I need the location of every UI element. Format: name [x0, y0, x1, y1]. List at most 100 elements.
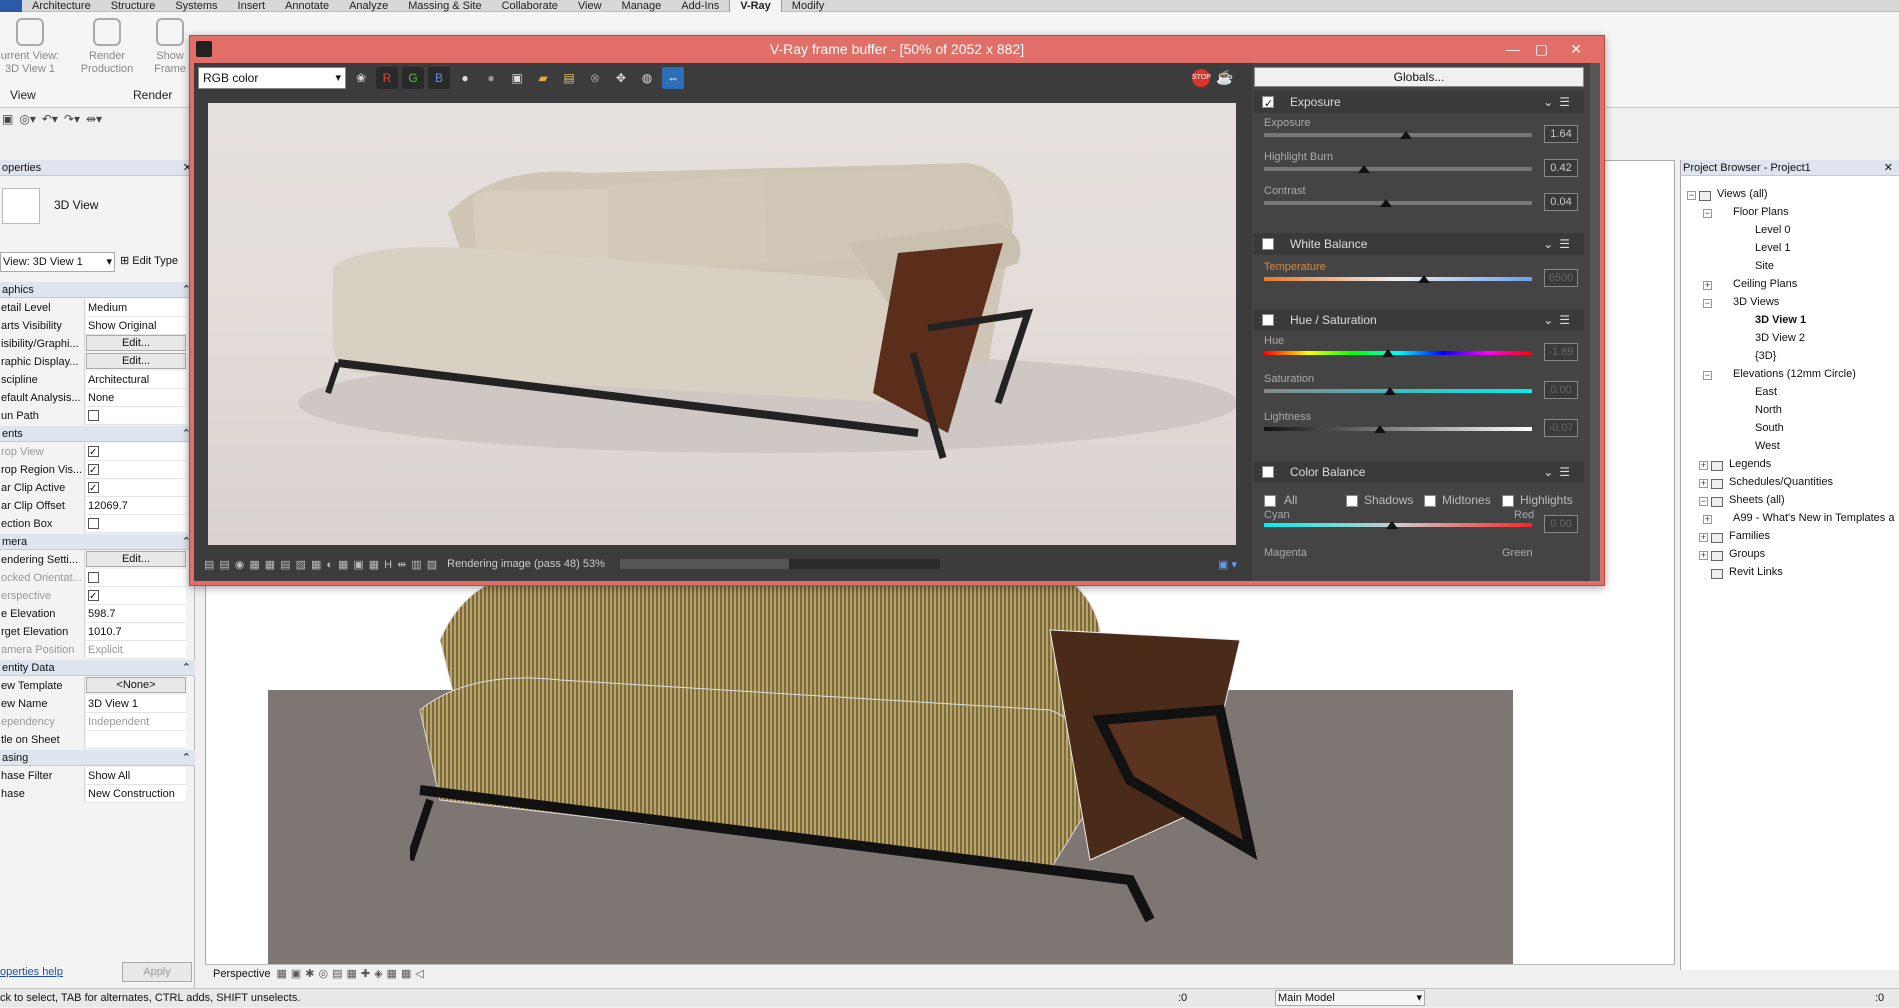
- section-menu-icon[interactable]: ⌄☰: [1543, 91, 1576, 113]
- property-edit-button[interactable]: <None>: [86, 677, 186, 693]
- saturation-thumb[interactable]: [1384, 387, 1396, 395]
- apply-button[interactable]: Apply: [122, 962, 192, 982]
- browser-node[interactable]: Level 1: [1755, 242, 1790, 254]
- property-value[interactable]: Show Original: [86, 317, 186, 335]
- panel-scrollbar[interactable]: [1590, 63, 1600, 581]
- render-teapot-icon[interactable]: ☕: [1216, 69, 1233, 86]
- contrast-value[interactable]: 0.04: [1544, 193, 1578, 211]
- browser-node[interactable]: Floor Plans: [1733, 206, 1789, 218]
- view-instance-dropdown[interactable]: View: 3D View 1 ▾: [0, 252, 115, 272]
- channel-dropdown[interactable]: RGB color: [198, 67, 346, 89]
- save-icon[interactable]: ▣: [2, 112, 13, 126]
- browser-node[interactable]: Sheets (all): [1729, 494, 1785, 506]
- exposure-section-header[interactable]: Exposure ⌄☰: [1254, 91, 1584, 115]
- property-value[interactable]: New Construction: [86, 785, 186, 803]
- redo-icon[interactable]: ↷▾: [64, 112, 80, 126]
- tree-expand-toggle[interactable]: −: [1703, 299, 1712, 308]
- white-balance-checkbox[interactable]: [1262, 238, 1274, 250]
- color-channels-icon[interactable]: ❀: [350, 67, 372, 89]
- open-folder-icon[interactable]: ▰: [532, 67, 554, 89]
- property-checkbox[interactable]: [88, 462, 99, 478]
- browser-node[interactable]: {3D}: [1755, 350, 1776, 362]
- tab-massing-site[interactable]: Massing & Site: [398, 0, 491, 12]
- tab-add-ins[interactable]: Add-Ins: [671, 0, 729, 12]
- highlight-burn-thumb[interactable]: [1358, 165, 1370, 173]
- contrast-thumb[interactable]: [1380, 199, 1392, 207]
- lightness-value[interactable]: -0.07: [1544, 419, 1578, 437]
- tab-insert[interactable]: Insert: [228, 0, 276, 12]
- tab-systems[interactable]: Systems: [165, 0, 227, 12]
- shadows-checkbox[interactable]: [1346, 495, 1358, 507]
- properties-help-link[interactable]: operties help: [0, 966, 63, 978]
- color-balance-section-header[interactable]: Color Balance ⌄☰: [1254, 461, 1584, 483]
- measure-icon[interactable]: ⇹▾: [86, 112, 102, 126]
- track-mouse-icon[interactable]: ✥: [610, 67, 632, 89]
- cyan-red-slider[interactable]: [1264, 523, 1532, 527]
- tree-expand-toggle[interactable]: +: [1699, 461, 1708, 470]
- view-control-icons[interactable]: ▦▣✱◎▤▦✚◈▦▦◁: [276, 967, 427, 980]
- tree-expand-toggle[interactable]: +: [1699, 533, 1708, 542]
- close-icon[interactable]: ✕: [1884, 160, 1893, 176]
- exposure-slider-thumb[interactable]: [1400, 131, 1412, 139]
- property-edit-button[interactable]: Edit...: [86, 335, 186, 351]
- tree-expand-toggle[interactable]: +: [1703, 281, 1712, 290]
- section-menu-icon[interactable]: ⌄☰: [1543, 461, 1576, 483]
- property-value[interactable]: 598.7: [86, 605, 186, 623]
- browser-node[interactable]: Families: [1729, 530, 1770, 542]
- tree-expand-toggle[interactable]: −: [1703, 209, 1712, 218]
- stop-render-icon[interactable]: STOP: [1192, 69, 1211, 87]
- browser-node[interactable]: North: [1755, 404, 1782, 416]
- exposure-slider[interactable]: [1264, 133, 1532, 137]
- color-balance-checkbox[interactable]: [1262, 466, 1274, 478]
- tab-modify[interactable]: Modify: [782, 0, 834, 12]
- browser-node[interactable]: Ceiling Plans: [1733, 278, 1797, 290]
- browser-node[interactable]: East: [1755, 386, 1777, 398]
- browser-node[interactable]: A99 - What's New in Templates a: [1733, 512, 1894, 524]
- panel-toggle-icon[interactable]: ▣ ▾: [1218, 558, 1237, 571]
- browser-node[interactable]: Legends: [1729, 458, 1771, 470]
- hue-saturation-section-header[interactable]: Hue / Saturation ⌄☰: [1254, 309, 1584, 331]
- saturation-value[interactable]: 0.00: [1544, 381, 1578, 399]
- globals-button[interactable]: Globals...: [1254, 67, 1584, 87]
- exposure-checkbox[interactable]: [1262, 93, 1274, 115]
- close-icon[interactable]: ✕: [1570, 36, 1582, 62]
- rendered-image[interactable]: [208, 103, 1236, 545]
- edit-type-button[interactable]: ⊞ Edit Type: [120, 252, 178, 272]
- vfb-title-bar[interactable]: V-Ray frame buffer - [50% of 2052 x 882]…: [190, 36, 1604, 62]
- saturation-slider[interactable]: [1264, 389, 1532, 393]
- tab-architecture[interactable]: Architecture: [22, 0, 101, 12]
- property-value[interactable]: Show All: [86, 767, 186, 785]
- sync-icon[interactable]: ◎▾: [19, 112, 36, 126]
- temperature-thumb[interactable]: [1418, 275, 1430, 283]
- model-selector[interactable]: Main Model ▾: [1275, 990, 1425, 1006]
- property-edit-button[interactable]: Edit...: [86, 353, 186, 369]
- property-value[interactable]: Architectural: [86, 371, 186, 389]
- property-checkbox[interactable]: [88, 517, 99, 529]
- collapse-icon[interactable]: ⌃: [182, 750, 191, 766]
- property-value[interactable]: None: [86, 389, 186, 407]
- vray-frame-buffer-window[interactable]: V-Ray frame buffer - [50% of 2052 x 882]…: [189, 35, 1605, 586]
- property-value[interactable]: [86, 731, 186, 749]
- tree-expand-toggle[interactable]: +: [1699, 551, 1708, 560]
- white-balance-section-header[interactable]: White Balance ⌄☰: [1254, 233, 1584, 255]
- browser-node[interactable]: West: [1755, 440, 1780, 452]
- browser-node[interactable]: 3D Views: [1733, 296, 1779, 308]
- type-selector[interactable]: 3D View: [0, 184, 195, 228]
- section-graphics[interactable]: aphics ⌃: [0, 282, 195, 298]
- browser-node[interactable]: South: [1755, 422, 1784, 434]
- tree-expand-toggle[interactable]: +: [1703, 515, 1712, 524]
- tab-analyze[interactable]: Analyze: [339, 0, 398, 12]
- red-channel-button[interactable]: R: [376, 67, 398, 89]
- browser-node[interactable]: Site: [1755, 260, 1774, 272]
- show-frame-button[interactable]: Show Frame: [150, 18, 190, 76]
- mono-icon[interactable]: ●: [480, 67, 502, 89]
- tab-annotate[interactable]: Annotate: [275, 0, 339, 12]
- property-checkbox[interactable]: [88, 480, 99, 496]
- exposure-value[interactable]: 1.64: [1544, 125, 1578, 143]
- property-value[interactable]: 3D View 1: [86, 695, 186, 713]
- clipboard-icon[interactable]: ▤: [558, 67, 580, 89]
- save-image-icon[interactable]: ▣: [506, 67, 528, 89]
- hue-slider[interactable]: [1264, 351, 1532, 355]
- maximize-icon[interactable]: ▢: [1535, 36, 1548, 62]
- alpha-white-icon[interactable]: ●: [454, 67, 476, 89]
